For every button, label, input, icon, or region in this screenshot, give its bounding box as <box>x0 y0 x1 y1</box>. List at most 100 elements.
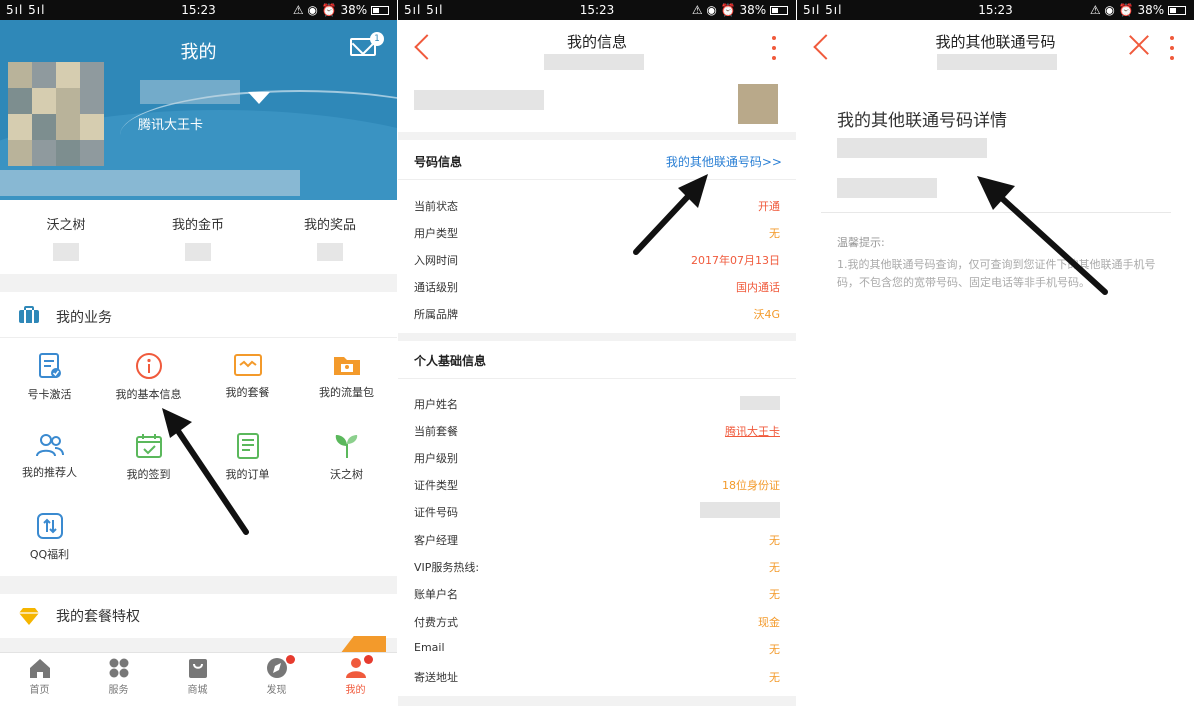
checkin-icon <box>135 434 162 458</box>
stat-tree[interactable]: 沃之树 <box>0 214 132 261</box>
divider <box>821 212 1171 213</box>
nav-title: 我的信息 <box>566 33 627 51</box>
info-row[interactable]: 当前套餐 腾讯大王卡 <box>398 417 796 444</box>
row-value: 现金 <box>758 616 780 629</box>
blurred-number <box>837 138 987 158</box>
info-row: 付费方式 现金 <box>398 608 796 635</box>
row-key: 证件号码 <box>414 506 458 519</box>
other-numbers-panel: 5ıl 5ıl 15:23 ⚠ ◉ ⏰ 38% 我的其他联通号码 我的其他联通号… <box>797 0 1194 706</box>
stat-prizes[interactable]: 我的奖品 <box>264 214 396 261</box>
row-value: 无 <box>769 227 780 240</box>
service-basic-info[interactable]: 我的基本信息 <box>99 352 198 402</box>
status-icons: ⚠ ◉ ⏰ <box>691 3 736 17</box>
status-bar: 5ıl 5ıl 15:23 ⚠ ◉ ⏰ 38% <box>0 0 397 20</box>
user-summary <box>398 76 796 140</box>
more-icon[interactable] <box>1170 36 1174 66</box>
blurred-value <box>740 396 780 410</box>
tip-text: 1.我的其他联通号码查询，仅可查询到您证件下的其他联通手机号码，不包含您的宽带号… <box>837 258 1156 289</box>
service-tree[interactable]: 沃之树 <box>297 432 396 482</box>
tab-service[interactable]: 服务 <box>79 657 158 696</box>
info-row: 用户类型 无 <box>398 219 796 246</box>
service-referrer[interactable]: 我的推荐人 <box>0 432 99 480</box>
detail-heading: 我的其他联通号码详情 <box>837 111 1007 131</box>
info-row: 当前状态 开通 <box>398 192 796 219</box>
more-icon[interactable] <box>772 36 776 66</box>
mail-badge: 1 <box>370 32 384 46</box>
discover-icon <box>266 658 287 678</box>
service-label: 我的基本信息 <box>115 388 182 401</box>
service-qq-benefit[interactable]: QQ福利 <box>0 512 99 562</box>
privilege-section[interactable]: 我的套餐特权 <box>0 594 397 638</box>
battery-level: 38% <box>739 3 767 17</box>
blurred-value <box>700 502 780 518</box>
service-data-pack[interactable]: 我的流量包 <box>297 352 396 400</box>
my-info-panel: 5ıl 5ıl 15:23 ⚠ ◉ ⏰ 38% 我的信息 号码信息 我的其他联通… <box>398 0 796 706</box>
info-row: 所属品牌 沃4G <box>398 300 796 327</box>
sim-activate-icon <box>38 353 61 378</box>
dropdown-triangle-icon[interactable] <box>248 92 270 104</box>
tab-label: 我的 <box>345 685 366 696</box>
tab-shop[interactable]: 商城 <box>158 657 237 696</box>
service-checkin[interactable]: 我的签到 <box>99 432 198 482</box>
business-title: 我的业务 <box>56 310 112 326</box>
profile-dot <box>364 655 373 664</box>
stat-coins[interactable]: 我的金币 <box>132 214 264 261</box>
other-numbers-link[interactable]: 我的其他联通号码>> <box>666 153 782 170</box>
service-label: 我的流量包 <box>319 386 374 399</box>
service-label: QQ福利 <box>29 548 70 561</box>
section-gap <box>398 333 796 341</box>
row-value: 18位身份证 <box>722 479 780 492</box>
info-icon <box>135 353 162 379</box>
row-key: Email <box>414 641 445 654</box>
current-plan-link[interactable]: 腾讯大王卡 <box>725 423 780 439</box>
blurred-value <box>317 243 343 261</box>
row-key: 用户类型 <box>414 227 458 240</box>
tab-home[interactable]: 首页 <box>0 657 79 696</box>
info-row: 通话级别 国内通话 <box>398 273 796 300</box>
row-key: 客户经理 <box>414 534 458 547</box>
row-key: 所属品牌 <box>414 308 458 321</box>
diamond-icon <box>19 608 39 625</box>
referrer-icon <box>35 434 64 457</box>
nav-bar: 我的信息 <box>398 20 796 76</box>
info-row: Email 无 <box>398 635 796 662</box>
screenshot-stage: 5ıl 5ıl 15:23 ⚠ ◉ ⏰ 38% 我的 1 腾讯大王卡 沃之树 我… <box>0 0 1194 706</box>
row-value: 国内通话 <box>736 281 780 294</box>
row-key: 入网时间 <box>414 254 458 267</box>
section-gap <box>398 696 796 706</box>
row-value: 无 <box>769 588 780 601</box>
section-title: 个人基础信息 <box>414 354 487 368</box>
tab-label: 发现 <box>266 685 287 696</box>
battery-level: 38% <box>340 3 368 17</box>
avatar[interactable] <box>738 84 778 124</box>
row-key: 通话级别 <box>414 281 458 294</box>
row-key: 付费方式 <box>414 616 458 629</box>
row-value: 无 <box>769 534 780 547</box>
tab-label: 商城 <box>187 685 208 696</box>
service-sim-activate[interactable]: 号卡激活 <box>0 352 99 402</box>
service-order[interactable]: 我的订单 <box>198 432 297 482</box>
tab-discover[interactable]: 发现 <box>237 657 316 696</box>
info-row: 客户经理 无 <box>398 526 796 553</box>
service-icon <box>109 658 128 678</box>
blurred-phone <box>0 170 300 196</box>
row-key: 当前套餐 <box>414 425 458 438</box>
business-section: 我的业务 号卡激活 我的基本信息 我的套餐 我的流量包 我的推荐人 我的签到 我… <box>0 292 397 576</box>
battery-icon <box>1168 6 1186 15</box>
close-icon[interactable] <box>1128 34 1150 56</box>
service-label: 我的签到 <box>126 468 171 481</box>
service-package[interactable]: 我的套餐 <box>198 352 297 400</box>
data-pack-icon <box>333 357 360 375</box>
briefcase-icon <box>19 306 39 323</box>
my-page-panel: 5ıl 5ıl 15:23 ⚠ ◉ ⏰ 38% 我的 1 腾讯大王卡 沃之树 我… <box>0 0 397 706</box>
tab-profile[interactable]: 我的 <box>316 657 395 696</box>
privilege-title: 我的套餐特权 <box>56 609 140 625</box>
tab-label: 服务 <box>108 685 129 696</box>
service-label: 沃之树 <box>330 468 363 481</box>
order-icon <box>236 433 259 459</box>
avatar[interactable] <box>8 62 104 166</box>
status-icons: ⚠ ◉ ⏰ <box>1089 3 1134 17</box>
tip-title: 温馨提示: <box>837 236 885 249</box>
battery-level: 38% <box>1137 3 1165 17</box>
stat-label: 我的金币 <box>171 218 224 233</box>
